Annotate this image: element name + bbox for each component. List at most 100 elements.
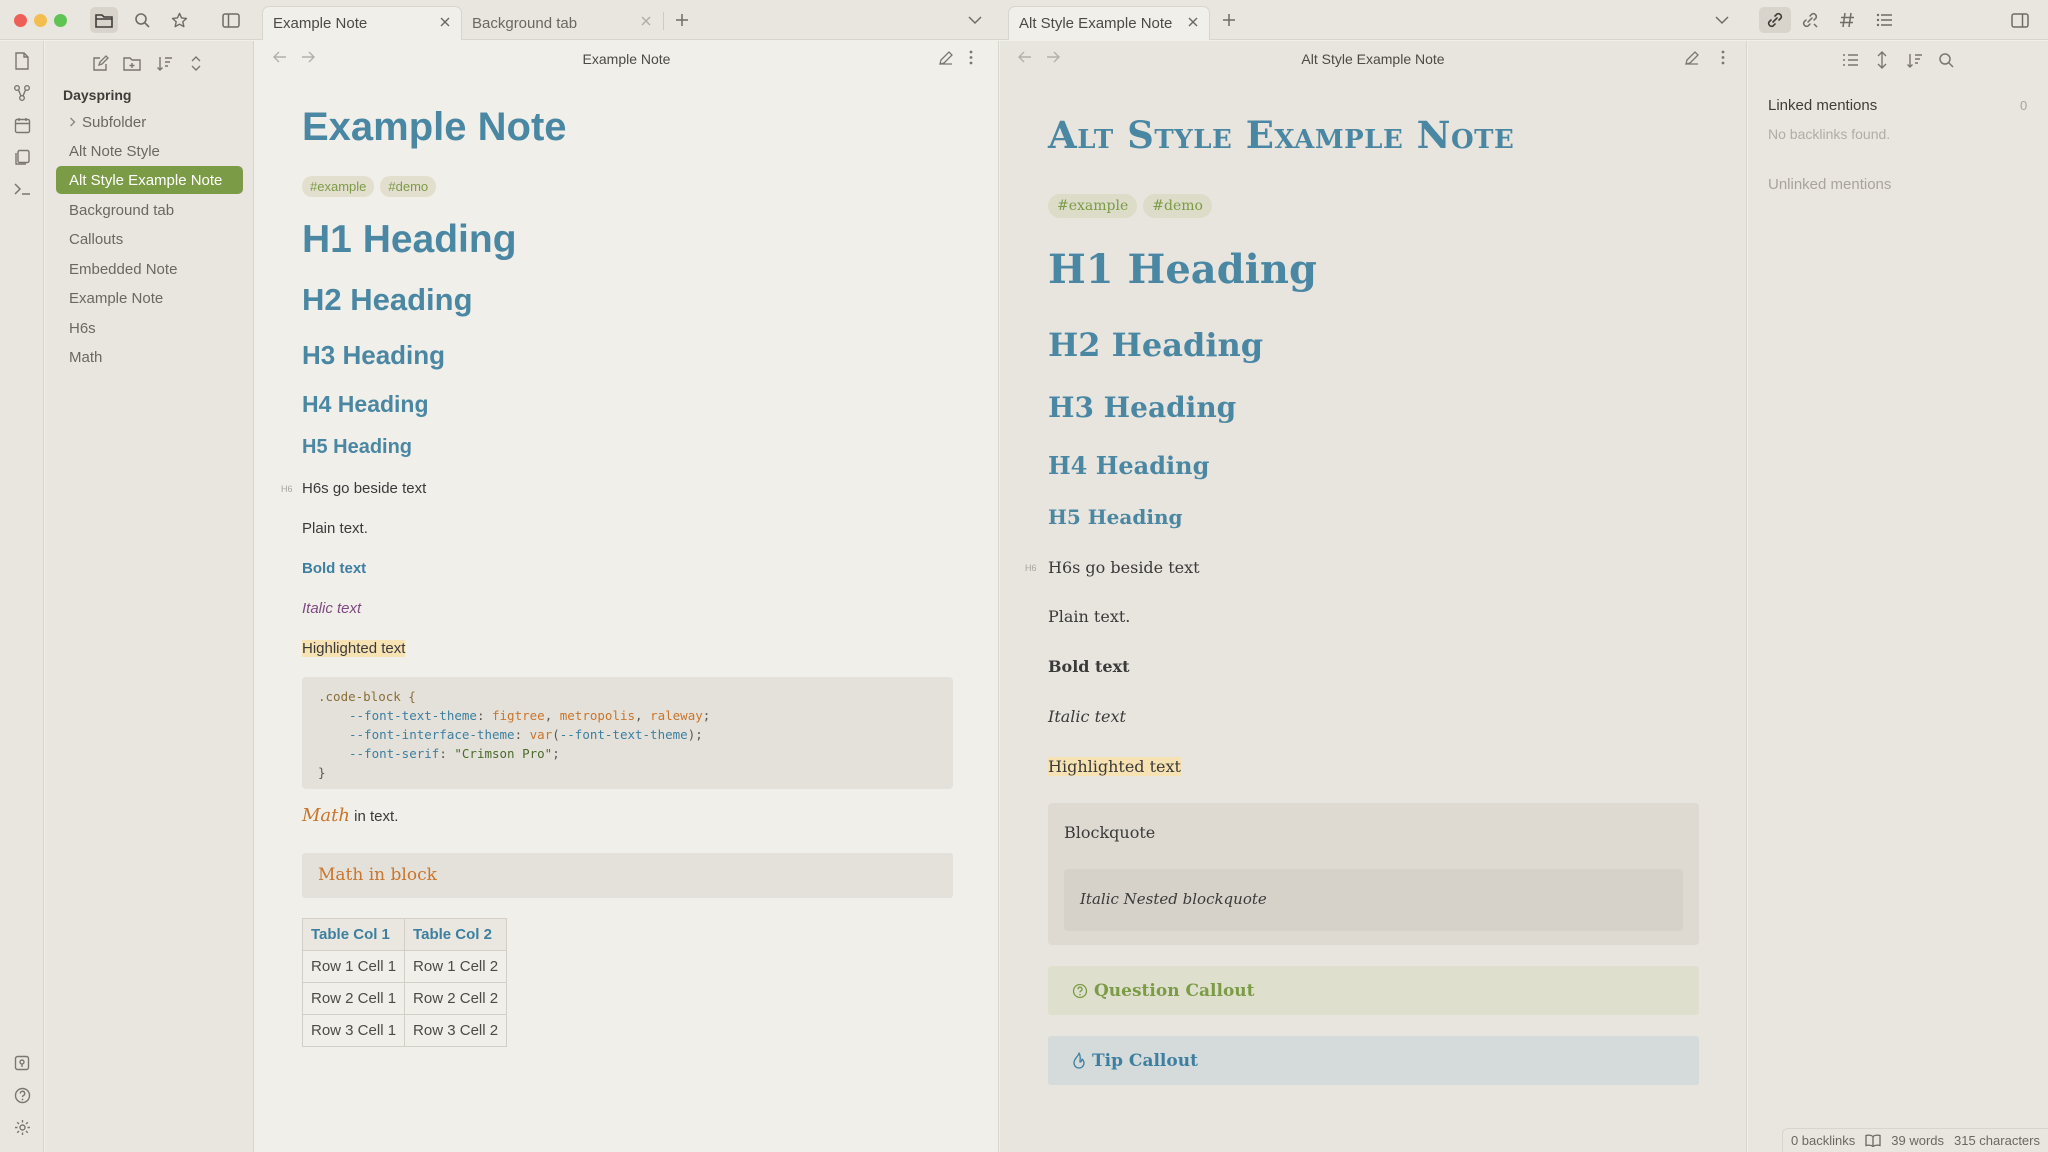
backlinks-icon[interactable] [1759, 7, 1791, 33]
plain-text: Plain text. [302, 520, 368, 537]
nav-item-alt-note-style[interactable]: Alt Note Style [56, 137, 243, 165]
heading-h2: H2 Heading [1048, 326, 1264, 364]
vault-name[interactable]: Dayspring [63, 87, 131, 103]
tag[interactable]: #demo [380, 176, 437, 197]
right-sidebar: Linked mentions 0 No backlinks found. Un… [1748, 41, 2048, 1152]
highlighted-text-line: Highlighted text [1048, 757, 1181, 776]
nav-item-callouts[interactable]: Callouts [56, 225, 243, 253]
sort-icon[interactable] [153, 52, 175, 74]
math-inline[interactable]: Math [302, 805, 350, 826]
toggle-right-sidebar-icon[interactable] [2006, 7, 2034, 33]
new-note-icon[interactable] [12, 51, 32, 71]
tab-background-tab[interactable]: Background tab [462, 6, 662, 40]
tab-alt-style-example-note[interactable]: Alt Style Example Note [1008, 6, 1210, 40]
tab-list-chevron-down-icon[interactable] [1708, 7, 1736, 33]
h6-gutter-label: H6 [281, 484, 293, 494]
table-cell[interactable]: Row 1 Cell 2 [404, 950, 508, 983]
command-palette-icon[interactable] [12, 179, 32, 199]
new-tab-icon[interactable] [1215, 7, 1243, 33]
nav-item-h6s[interactable]: H6s [56, 314, 243, 342]
italic-text: Italic text [302, 600, 362, 617]
search-icon[interactable] [1936, 50, 1956, 70]
new-tab-icon[interactable] [668, 7, 696, 33]
tag[interactable]: #example [1048, 194, 1138, 218]
templates-icon[interactable] [12, 147, 32, 167]
tab-example-note[interactable]: Example Note [262, 6, 462, 40]
files-icon[interactable] [90, 7, 118, 33]
note-title[interactable]: Alt Style Example Note [1048, 113, 1514, 157]
tag[interactable]: #example [302, 176, 375, 197]
nav-item-background-tab[interactable]: Background tab [56, 196, 243, 224]
sort-icon[interactable] [1904, 50, 1924, 70]
search-icon[interactable] [128, 7, 156, 33]
new-note-icon[interactable] [89, 52, 111, 74]
data-table[interactable]: Table Col 1 Table Col 2 Row 1 Cell 1 Row… [301, 918, 508, 1047]
word-count: 39 words [1891, 1133, 1944, 1148]
tab-list-chevron-down-icon[interactable] [961, 7, 989, 33]
nav-item-alt-style-example-note[interactable]: Alt Style Example Note [56, 166, 243, 194]
toggle-left-sidebar-icon[interactable] [217, 7, 245, 33]
new-folder-icon[interactable] [121, 52, 143, 74]
highlighted-text: Highlighted text [1048, 757, 1181, 776]
file-explorer: Dayspring Subfolder Alt Note Style Alt S… [45, 41, 254, 1152]
blockquote[interactable]: Blockquote Italic Nested blockquote [1048, 803, 1699, 945]
table-row: Row 1 Cell 1 Row 1 Cell 2 [301, 950, 508, 983]
outline-icon[interactable] [1870, 7, 1898, 33]
graph-view-icon[interactable] [12, 83, 32, 103]
table-cell[interactable]: Row 3 Cell 1 [301, 1014, 406, 1047]
nav-item-label: Example Note [69, 289, 164, 307]
table-cell[interactable]: Row 2 Cell 2 [404, 982, 508, 1015]
show-more-context-list-icon[interactable] [1840, 50, 1860, 70]
linked-mentions-heading[interactable]: Linked mentions [1768, 97, 1877, 114]
code-line: } [318, 763, 937, 782]
note-title[interactable]: Example Note [302, 105, 567, 150]
unlinked-mentions-heading[interactable]: Unlinked mentions [1768, 176, 1891, 193]
minimize-window-button[interactable] [34, 14, 47, 27]
collapse-results-icon[interactable] [1872, 50, 1892, 70]
heading-h4: H4 Heading [1048, 451, 1210, 480]
backlinks-count[interactable]: 0 backlinks [1791, 1133, 1855, 1148]
nested-blockquote-text: Italic Nested blockquote [1080, 890, 1267, 908]
code-function: var [529, 727, 553, 742]
close-window-button[interactable] [14, 14, 27, 27]
table-cell[interactable]: Row 3 Cell 2 [404, 1014, 508, 1047]
close-icon[interactable] [640, 15, 652, 27]
nav-folder-subfolder[interactable]: Subfolder [56, 108, 243, 136]
table-cell[interactable]: Row 1 Cell 1 [301, 950, 406, 983]
nav-item-example-note[interactable]: Example Note [56, 284, 243, 312]
vault-switcher-icon[interactable] [12, 1053, 32, 1073]
close-icon[interactable] [1187, 16, 1199, 28]
table-header-cell[interactable]: Table Col 1 [301, 918, 406, 951]
math-block[interactable]: Math in block [302, 853, 953, 898]
table-cell[interactable]: Row 2 Cell 1 [301, 982, 406, 1015]
question-callout[interactable]: Question Callout [1048, 966, 1699, 1015]
code-line: .code-block { [318, 687, 937, 706]
tag[interactable]: #demo [1143, 194, 1212, 218]
outgoing-links-icon[interactable] [1796, 7, 1824, 33]
tags-hash-icon[interactable] [1833, 7, 1861, 33]
close-icon[interactable] [439, 16, 451, 28]
settings-gear-icon[interactable] [12, 1117, 32, 1137]
heading-h1: H1 Heading [1048, 246, 1317, 293]
bold-text: Bold text [302, 560, 367, 577]
code-value: raleway [650, 708, 703, 723]
help-icon[interactable] [12, 1085, 32, 1105]
tip-callout[interactable]: Tip Callout [1048, 1036, 1699, 1085]
nav-item-embedded-note[interactable]: Embedded Note [56, 255, 243, 283]
nested-blockquote[interactable]: Italic Nested blockquote [1064, 869, 1683, 931]
bookmark-star-icon[interactable] [165, 7, 193, 33]
note-content[interactable]: Alt Style Example Note #example #demo H1 … [1000, 41, 1746, 1152]
nav-item-math[interactable]: Math [56, 343, 243, 371]
code-block[interactable]: .code-block { --font-text-theme: figtree… [302, 677, 953, 789]
reading-mode-book-icon[interactable] [1865, 1134, 1881, 1147]
nav-item-label: Alt Note Style [69, 142, 160, 160]
table-row: Row 3 Cell 1 Row 3 Cell 2 [301, 1014, 508, 1047]
collapse-all-icon[interactable] [185, 52, 207, 74]
heading-h6: H6s go beside text [302, 480, 427, 497]
zoom-window-button[interactable] [54, 14, 67, 27]
code-line: --font-interface-theme: var(--font-text-… [349, 727, 703, 742]
note-content[interactable]: Example Note #example #demo H1 Heading H2… [255, 41, 998, 1152]
italic-text: Italic text [1048, 707, 1126, 726]
table-header-cell[interactable]: Table Col 2 [404, 918, 508, 951]
daily-notes-icon[interactable] [12, 115, 32, 135]
